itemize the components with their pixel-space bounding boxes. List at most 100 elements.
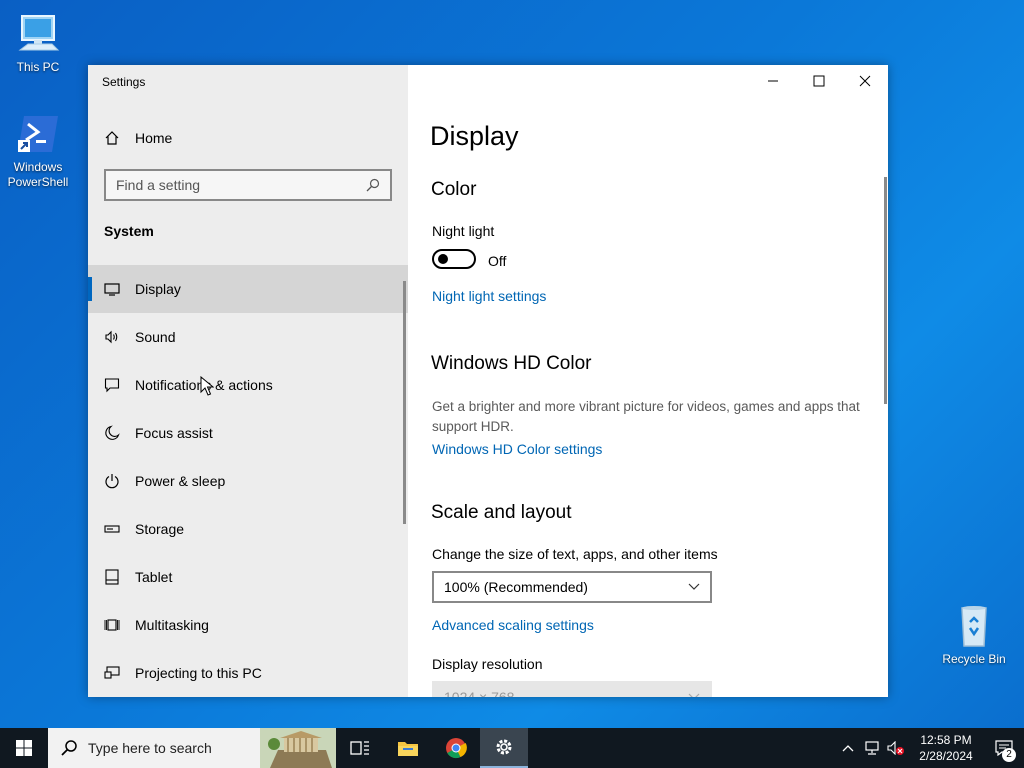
- search-highlight-icon: [260, 728, 336, 768]
- color-heading: Color: [431, 179, 477, 200]
- speaker-icon: [105, 330, 118, 344]
- sidebar-item-notifications[interactable]: Notifications & actions: [88, 361, 408, 409]
- close-icon: [859, 75, 871, 87]
- clock-time: 12:58 PM: [920, 733, 972, 747]
- sidebar-item-display[interactable]: Display: [88, 265, 408, 313]
- scale-dropdown[interactable]: 100% (Recommended): [432, 571, 712, 603]
- taskbar-search-input[interactable]: [88, 740, 258, 756]
- chevron-up-icon: [842, 745, 854, 752]
- scale-size-label: Change the size of text, apps, and other…: [432, 546, 718, 562]
- powershell-icon: [18, 116, 58, 152]
- minimize-button[interactable]: [750, 65, 796, 97]
- projecting-icon: [104, 666, 120, 679]
- find-setting-input[interactable]: [116, 177, 366, 193]
- notification-icon: [104, 378, 120, 393]
- notification-count-badge: 2: [1002, 748, 1016, 762]
- sidebar-item-sound[interactable]: Sound: [88, 313, 408, 361]
- home-label: Home: [135, 130, 173, 146]
- sidebar-item-label: Tablet: [135, 569, 173, 585]
- display-settings-content: Display Color Night light Off Night ligh…: [408, 65, 888, 697]
- sidebar-item-power-sleep[interactable]: Power & sleep: [88, 457, 408, 505]
- sidebar-item-projecting[interactable]: Projecting to this PC: [88, 649, 408, 697]
- storage-icon: [104, 525, 120, 533]
- clock-date: 2/28/2024: [919, 749, 973, 763]
- desktop-icon-recycle-bin[interactable]: Recycle Bin: [938, 602, 1010, 667]
- power-icon: [105, 474, 119, 489]
- sidebar-item-label: Projecting to this PC: [135, 665, 262, 681]
- sidebar-item-label: Multitasking: [135, 617, 209, 633]
- taskbar: 12:58 PM 2/28/2024 2: [0, 728, 1024, 768]
- recycle-bin-icon: [961, 606, 987, 647]
- chrome-button[interactable]: [432, 728, 480, 768]
- windows-logo-icon: [16, 740, 32, 756]
- sidebar-item-multitasking[interactable]: Multitasking: [88, 601, 408, 649]
- chrome-icon: [446, 738, 467, 759]
- home-icon: [105, 131, 119, 145]
- task-view-button[interactable]: [336, 728, 384, 768]
- display-resolution-label: Display resolution: [432, 656, 543, 672]
- resolution-dropdown[interactable]: 1024 × 768: [432, 681, 712, 697]
- home-link[interactable]: Home: [104, 127, 172, 149]
- scale-layout-heading: Scale and layout: [431, 502, 572, 523]
- sidebar-nav-list: Display Sound Notifications & actions Fo…: [88, 265, 408, 697]
- resolution-dropdown-value: 1024 × 768: [444, 689, 515, 697]
- desktop-icon-label: This PC: [16, 60, 60, 74]
- desktop-icon-powershell[interactable]: Windows PowerShell: [2, 110, 74, 190]
- search-icon: [61, 740, 77, 756]
- night-light-state: Off: [488, 253, 507, 269]
- settings-icon: [496, 739, 512, 755]
- sidebar-item-label: Storage: [135, 521, 185, 537]
- section-label-system: System: [104, 223, 154, 239]
- sidebar-item-storage[interactable]: Storage: [88, 505, 408, 553]
- maximize-button[interactable]: [796, 65, 842, 97]
- desktop-icon-label: Recycle Bin: [942, 652, 1006, 666]
- system-clock[interactable]: 12:58 PM 2/28/2024: [908, 732, 984, 764]
- mouse-cursor-icon: [200, 376, 214, 396]
- chevron-down-icon: [688, 583, 700, 590]
- search-icon[interactable]: [366, 178, 380, 192]
- taskbar-search[interactable]: [48, 728, 336, 768]
- page-title: Display: [430, 121, 519, 151]
- monitor-icon: [104, 283, 120, 296]
- system-tray: 12:58 PM 2/28/2024 2: [836, 728, 1024, 768]
- night-light-settings-link[interactable]: Night light settings: [432, 288, 546, 304]
- find-setting-search[interactable]: [104, 169, 392, 201]
- scale-dropdown-value: 100% (Recommended): [444, 579, 588, 595]
- desktop-icon-label: Windows PowerShell: [7, 160, 69, 189]
- sidebar-item-focus-assist[interactable]: Focus assist: [88, 409, 408, 457]
- volume-tray-button[interactable]: [884, 728, 908, 768]
- computer-icon: [18, 15, 60, 51]
- file-explorer-button[interactable]: [384, 728, 432, 768]
- night-light-toggle[interactable]: [432, 249, 476, 269]
- sidebar-item-label: Display: [135, 281, 181, 297]
- window-title: Settings: [102, 75, 146, 89]
- hd-color-description: Get a brighter and more vibrant picture …: [432, 399, 860, 434]
- desktop-icon-this-pc[interactable]: This PC: [2, 10, 74, 75]
- sidebar-item-label: Power & sleep: [135, 473, 226, 489]
- file-explorer-icon: [398, 742, 418, 756]
- hd-color-settings-link[interactable]: Windows HD Color settings: [432, 441, 602, 457]
- network-tray-button[interactable]: [860, 728, 884, 768]
- hd-color-heading: Windows HD Color: [431, 353, 592, 374]
- sidebar-item-label: Focus assist: [135, 425, 213, 441]
- moon-icon: [105, 425, 120, 440]
- start-button[interactable]: [0, 728, 48, 768]
- night-light-label: Night light: [432, 223, 495, 239]
- close-button[interactable]: [842, 65, 888, 97]
- minimize-icon: [768, 80, 778, 82]
- chevron-down-icon: [688, 693, 700, 697]
- task-view-icon: [350, 741, 369, 755]
- sidebar-item-label: Sound: [135, 329, 176, 345]
- advanced-scaling-link[interactable]: Advanced scaling settings: [432, 617, 594, 633]
- settings-taskbar-button[interactable]: [480, 728, 528, 768]
- sidebar-scrollbar[interactable]: [403, 281, 406, 524]
- tablet-icon: [105, 569, 119, 585]
- settings-sidebar: Settings Home System Display Sound Notif…: [88, 65, 408, 697]
- sidebar-item-tablet[interactable]: Tablet: [88, 553, 408, 601]
- window-controls: [750, 65, 888, 97]
- show-hidden-icons-button[interactable]: [836, 728, 860, 768]
- content-scrollbar[interactable]: [884, 177, 887, 404]
- volume-muted-icon: [887, 741, 904, 755]
- action-center-button[interactable]: 2: [984, 728, 1024, 768]
- multitasking-icon: [104, 619, 120, 631]
